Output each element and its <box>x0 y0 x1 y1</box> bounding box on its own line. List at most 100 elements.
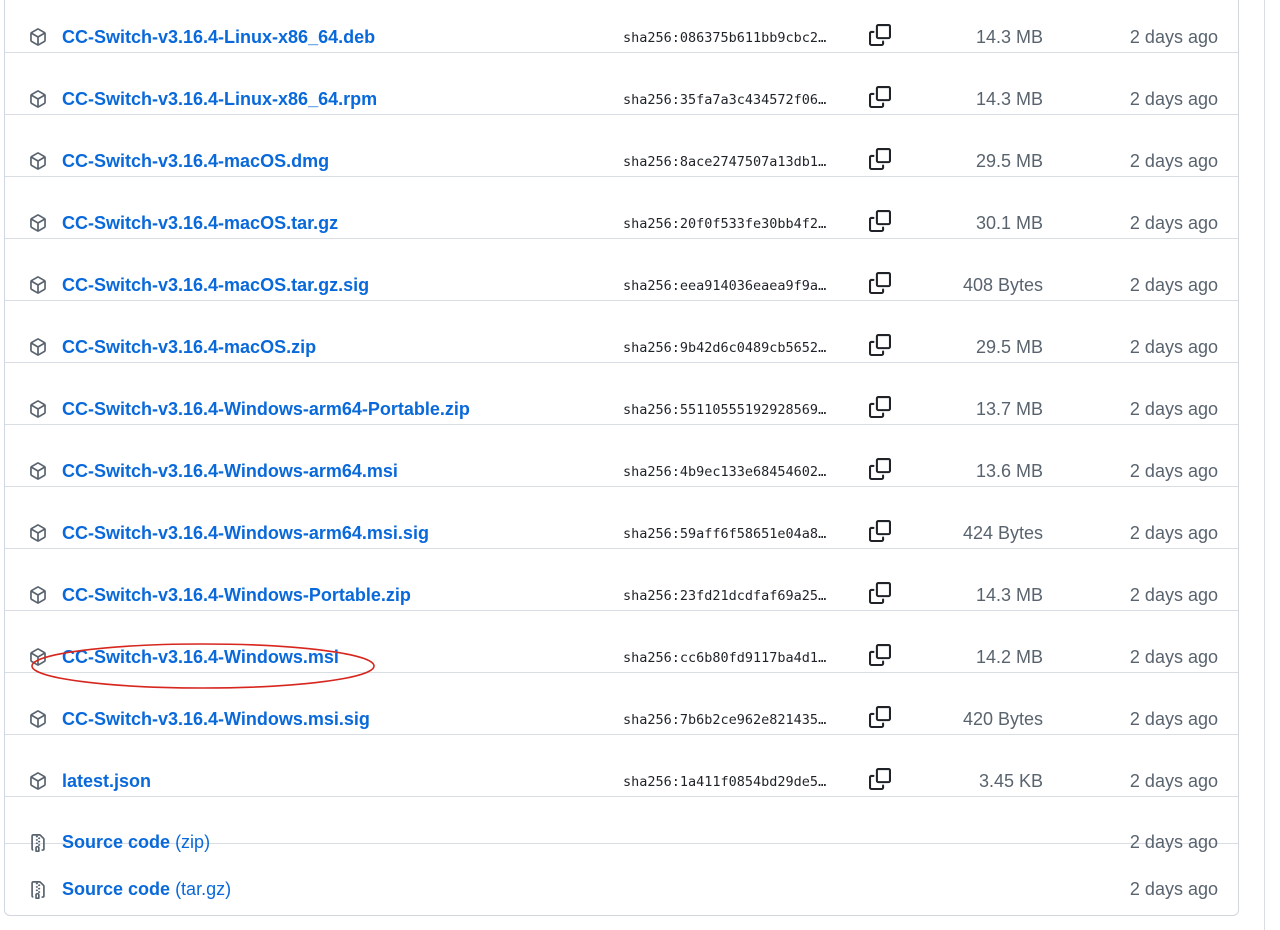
asset-date: 2 days ago <box>1129 647 1218 667</box>
package-icon <box>30 462 46 480</box>
asset-link[interactable]: CC-Switch-v3.16.4-Windows.msi.sig <box>62 709 370 730</box>
copy-icon[interactable] <box>869 396 891 418</box>
sha256-digest: sha256:35fa7a3c434572f06… <box>623 92 827 108</box>
asset-date: 2 days ago <box>1129 213 1218 233</box>
source-code-targz-link[interactable]: Source code (tar.gz) <box>62 879 231 900</box>
sha256-digest: sha256:eea914036eaea9f9a… <box>623 278 827 294</box>
source-code-row: Source code (zip) 2 days ago <box>5 797 1238 852</box>
source-code-label: Source code <box>62 879 171 899</box>
asset-size: 3.45 KB <box>978 771 1043 791</box>
asset-row: CC-Switch-v3.16.4-Windows.msi sha256:cc6… <box>5 611 1238 673</box>
copy-icon[interactable] <box>869 520 891 542</box>
asset-size: 408 Bytes <box>962 275 1043 295</box>
package-icon <box>30 710 46 728</box>
package-icon <box>30 90 46 108</box>
asset-date: 2 days ago <box>1129 89 1218 109</box>
sha256-digest: sha256:59aff6f58651e04a8… <box>623 526 827 542</box>
asset-link[interactable]: CC-Switch-v3.16.4-macOS.dmg <box>62 151 329 172</box>
asset-size: 30.1 MB <box>975 213 1043 233</box>
sha256-digest: sha256:4b9ec133e68454602… <box>623 464 827 480</box>
page-scroll-divider <box>1264 0 1265 930</box>
copy-icon[interactable] <box>869 272 891 294</box>
asset-date: 2 days ago <box>1129 151 1218 171</box>
package-icon <box>30 648 46 666</box>
package-icon <box>30 772 46 790</box>
asset-row: CC-Switch-v3.16.4-Windows-arm64-Portable… <box>5 363 1238 425</box>
asset-date: 2 days ago <box>1129 461 1218 481</box>
asset-row: CC-Switch-v3.16.4-macOS.tar.gz.sig sha25… <box>5 239 1238 301</box>
asset-row: CC-Switch-v3.16.4-Windows-Portable.zip s… <box>5 549 1238 611</box>
release-assets-list: CC-Switch-v3.16.4-Linux-x86_64.deb sha25… <box>4 0 1239 916</box>
asset-link[interactable]: CC-Switch-v3.16.4-Linux-x86_64.rpm <box>62 89 377 110</box>
asset-link[interactable]: CC-Switch-v3.16.4-Linux-x86_64.deb <box>62 27 375 48</box>
asset-row: CC-Switch-v3.16.4-Linux-x86_64.rpm sha25… <box>5 53 1238 115</box>
source-code-row: Source code (tar.gz) 2 days ago <box>5 844 1238 899</box>
copy-icon[interactable] <box>869 644 891 666</box>
asset-size: 29.5 MB <box>975 337 1043 357</box>
sha256-digest: sha256:7b6b2ce962e821435… <box>623 712 827 728</box>
asset-row: CC-Switch-v3.16.4-macOS.dmg sha256:8ace2… <box>5 115 1238 177</box>
sha256-digest: sha256:55110555192928569… <box>623 402 827 418</box>
copy-icon[interactable] <box>869 24 891 46</box>
package-icon <box>30 276 46 294</box>
asset-size: 13.7 MB <box>975 399 1043 419</box>
sha256-digest: sha256:9b42d6c0489cb5652… <box>623 340 827 356</box>
asset-row: CC-Switch-v3.16.4-Windows-arm64.msi sha2… <box>5 425 1238 487</box>
asset-link[interactable]: CC-Switch-v3.16.4-macOS.tar.gz <box>62 213 338 234</box>
asset-size: 14.3 MB <box>975 27 1043 47</box>
sha256-digest: sha256:086375b611bb9cbc2… <box>623 30 827 46</box>
file-zip-icon <box>31 881 45 899</box>
package-icon <box>30 152 46 170</box>
asset-link[interactable]: CC-Switch-v3.16.4-Windows-Portable.zip <box>62 585 411 606</box>
sha256-digest: sha256:20f0f533fe30bb4f2… <box>623 216 827 232</box>
copy-icon[interactable] <box>869 768 891 790</box>
asset-link[interactable]: CC-Switch-v3.16.4-Windows-arm64.msi.sig <box>62 523 429 544</box>
package-icon <box>30 400 46 418</box>
asset-size: 420 Bytes <box>962 709 1043 729</box>
sha256-digest: sha256:23fd21dcdfaf69a25… <box>623 588 827 604</box>
copy-icon[interactable] <box>869 334 891 356</box>
copy-icon[interactable] <box>869 148 891 170</box>
asset-size: 14.3 MB <box>975 585 1043 605</box>
asset-date: 2 days ago <box>1129 399 1218 419</box>
asset-link[interactable]: CC-Switch-v3.16.4-Windows-arm64-Portable… <box>62 399 470 420</box>
sha256-digest: sha256:cc6b80fd9117ba4d1… <box>623 650 827 666</box>
asset-link[interactable]: CC-Switch-v3.16.4-macOS.tar.gz.sig <box>62 275 369 296</box>
asset-date: 2 days ago <box>1129 337 1218 357</box>
copy-icon[interactable] <box>869 210 891 232</box>
asset-date: 2 days ago <box>1129 275 1218 295</box>
source-code-format: (tar.gz) <box>175 879 232 899</box>
copy-icon[interactable] <box>869 706 891 728</box>
asset-size: 29.5 MB <box>975 151 1043 171</box>
package-icon <box>30 28 46 46</box>
asset-link[interactable]: CC-Switch-v3.16.4-macOS.zip <box>62 337 316 358</box>
copy-icon[interactable] <box>869 582 891 604</box>
asset-date: 2 days ago <box>1129 523 1218 543</box>
asset-link[interactable]: CC-Switch-v3.16.4-Windows-arm64.msi <box>62 461 398 482</box>
package-icon <box>30 338 46 356</box>
package-icon <box>30 524 46 542</box>
asset-row: CC-Switch-v3.16.4-Windows.msi.sig sha256… <box>5 673 1238 735</box>
copy-icon[interactable] <box>869 458 891 480</box>
asset-size: 13.6 MB <box>975 461 1043 481</box>
source-code-date: 2 days ago <box>1129 879 1218 899</box>
sha256-digest: sha256:1a411f0854bd29de5… <box>623 774 827 790</box>
asset-size: 424 Bytes <box>962 523 1043 543</box>
package-icon <box>30 586 46 604</box>
asset-date: 2 days ago <box>1129 709 1218 729</box>
asset-date: 2 days ago <box>1129 27 1218 47</box>
asset-row: CC-Switch-v3.16.4-Linux-x86_64.deb sha25… <box>5 0 1238 53</box>
asset-row: CC-Switch-v3.16.4-macOS.tar.gz sha256:20… <box>5 177 1238 239</box>
asset-link[interactable]: latest.json <box>62 771 151 792</box>
sha256-digest: sha256:8ace2747507a13db1… <box>623 154 827 170</box>
asset-date: 2 days ago <box>1129 771 1218 791</box>
package-icon <box>30 214 46 232</box>
asset-row: CC-Switch-v3.16.4-Windows-arm64.msi.sig … <box>5 487 1238 549</box>
asset-row: latest.json sha256:1a411f0854bd29de5… 3.… <box>5 735 1238 797</box>
copy-icon[interactable] <box>869 86 891 108</box>
asset-link[interactable]: CC-Switch-v3.16.4-Windows.msi <box>62 647 339 668</box>
asset-size: 14.2 MB <box>975 647 1043 667</box>
asset-size: 14.3 MB <box>975 89 1043 109</box>
asset-row: CC-Switch-v3.16.4-macOS.zip sha256:9b42d… <box>5 301 1238 363</box>
asset-date: 2 days ago <box>1129 585 1218 605</box>
